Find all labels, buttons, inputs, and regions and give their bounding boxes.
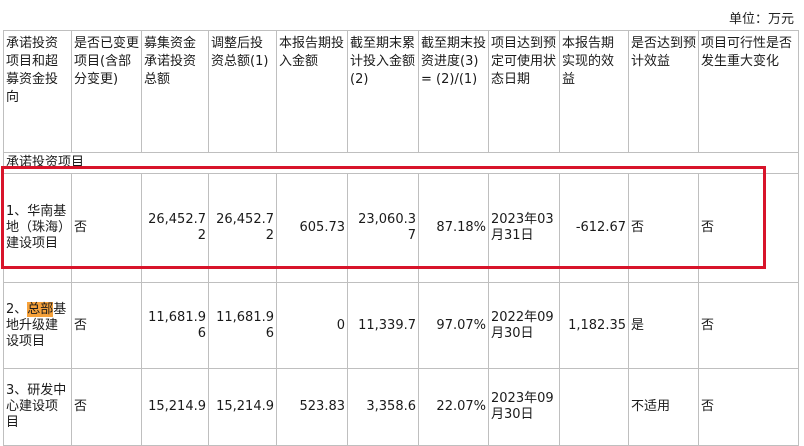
feasibility-cell: 否 [698,282,799,369]
table-row: 2、总部基地升级建设项目 否 11,681.96 11,681.96 0 11,… [3,282,799,369]
progress-cell: 97.07% [418,282,489,369]
cumulative-cell: 23,060.37 [347,173,419,283]
date-cell: 2023年03月31日 [488,173,560,283]
header-project: 承诺投资项目和超募资金投向 [3,30,72,153]
adjusted-cell: 15,214.9 [208,368,277,446]
feasibility-cell: 否 [698,368,799,446]
benefit-cell [559,368,629,446]
table-row: 3、研发中心建设项目 否 15,214.9 15,214.9 523.83 3,… [3,368,799,446]
adjusted-cell: 26,452.72 [208,173,277,283]
period-input-cell: 605.73 [276,173,348,283]
committed-cell: 11,681.96 [141,282,209,369]
section-row: 承诺投资项目 [3,152,799,174]
committed-cell: 26,452.72 [141,173,209,283]
header-period-input: 本报告期投入金额 [276,30,348,153]
progress-cell: 87.18% [418,173,489,283]
project-name: 1、华南基地（珠海）建设项目 [3,173,72,283]
reached-cell: 是 [628,282,699,369]
date-cell: 2022年09月30日 [488,282,560,369]
header-date: 项目达到预定可使用状态日期 [488,30,560,153]
section-label: 承诺投资项目 [3,152,799,174]
header-feasibility: 项目可行性是否发生重大变化 [698,30,799,153]
period-input-cell: 523.83 [276,368,348,446]
header-row: 承诺投资项目和超募资金投向 是否已变更项目(含部分变更) 募集资金承诺投资总额 … [3,30,799,153]
period-input-cell: 0 [276,282,348,369]
header-reached: 是否达到预计效益 [628,30,699,153]
header-adjusted: 调整后投资总额(1) [208,30,277,153]
changed-cell: 否 [71,173,142,283]
progress-cell: 22.07% [418,368,489,446]
project-name-prefix: 2、 [6,301,28,317]
committed-cell: 15,214.9 [141,368,209,446]
benefit-cell: 1,182.35 [559,282,629,369]
header-benefit: 本报告期实现的效益 [559,30,629,153]
benefit-cell: -612.67 [559,173,629,283]
cumulative-cell: 3,358.6 [347,368,419,446]
project-name: 2、总部基地升级建设项目 [3,282,72,369]
table-row: 1、华南基地（珠海）建设项目 否 26,452.72 26,452.72 605… [3,173,799,283]
reached-cell: 不适用 [628,368,699,446]
project-name: 3、研发中心建设项目 [3,368,72,446]
reached-cell: 否 [628,173,699,283]
header-committed: 募集资金承诺投资总额 [141,30,209,153]
unit-label: 单位：万元 [728,12,794,27]
fund-usage-table: 承诺投资项目和超募资金投向 是否已变更项目(含部分变更) 募集资金承诺投资总额 … [3,30,799,446]
date-cell: 2023年09月30日 [488,368,560,446]
cumulative-cell: 11,339.7 [347,282,419,369]
header-cumulative: 截至期末累计投入金额(2) [347,30,419,153]
header-progress: 截至期末投资进度(3) = (2)/(1) [418,30,489,153]
changed-cell: 否 [71,282,142,369]
feasibility-cell: 否 [698,173,799,283]
adjusted-cell: 11,681.96 [208,282,277,369]
highlighted-text: 总部 [27,301,54,317]
header-changed: 是否已变更项目(含部分变更) [71,30,142,153]
changed-cell: 否 [71,368,142,446]
